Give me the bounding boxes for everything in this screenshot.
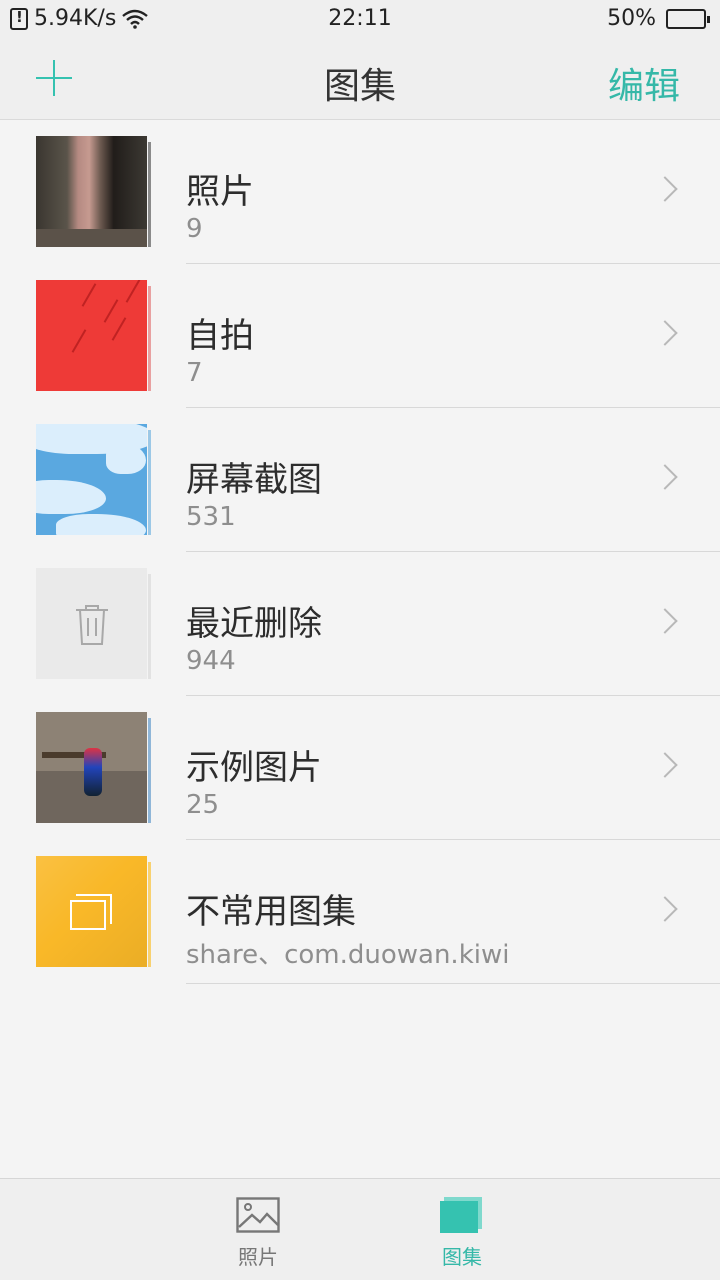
album-list: 照片 9 自拍 7 屏幕截图 531 最近删除 944 示例图片 25 不常用图… [0, 120, 720, 984]
tab-albums[interactable]: 图集 [402, 1197, 522, 1270]
chevron-right-icon [652, 752, 678, 778]
battery-percent: 50% [607, 6, 656, 31]
chevron-right-icon [652, 608, 678, 634]
edit-button[interactable]: 编辑 [608, 57, 680, 109]
album-row-rarely-used[interactable]: 不常用图集 share、com.duowan.kiwi [0, 840, 720, 984]
tab-photos[interactable]: 照片 [198, 1197, 318, 1270]
album-row-photos[interactable]: 照片 9 [0, 120, 720, 264]
stack-edge [148, 718, 151, 823]
album-row-selfie[interactable]: 自拍 7 [0, 264, 720, 408]
status-right: 50% [607, 6, 710, 31]
album-thumbnail [36, 136, 147, 247]
trash-icon [76, 605, 108, 645]
album-count: 531 [186, 502, 236, 532]
album-title: 自拍 [186, 316, 254, 356]
header: 图集 编辑 [0, 38, 720, 120]
album-count: 25 [186, 790, 220, 820]
stack-edge [148, 286, 151, 391]
album-row-recently-deleted[interactable]: 最近删除 944 [0, 552, 720, 696]
image-icon [236, 1197, 280, 1233]
album-title: 屏幕截图 [186, 460, 322, 500]
album-subtitle: share、com.duowan.kiwi [186, 940, 510, 970]
album-title: 照片 [186, 172, 254, 212]
album-row-screenshots[interactable]: 屏幕截图 531 [0, 408, 720, 552]
album-thumbnail [36, 856, 147, 967]
album-title: 示例图片 [186, 748, 322, 788]
album-row-sample-images[interactable]: 示例图片 25 [0, 696, 720, 840]
status-bar: 5.94K/s 22:11 50% [0, 0, 720, 38]
album-title: 不常用图集 [186, 892, 356, 932]
stack-edge [148, 430, 151, 535]
albums-icon [440, 1197, 482, 1233]
divider [186, 983, 720, 984]
album-count: 7 [186, 358, 203, 388]
tab-albums-label: 图集 [442, 1245, 482, 1269]
chevron-right-icon [652, 464, 678, 490]
bottom-nav: 照片 图集 [0, 1178, 720, 1280]
stack-edge [148, 862, 151, 967]
stack-edge [148, 142, 151, 247]
chevron-right-icon [652, 320, 678, 346]
album-thumbnail [36, 712, 147, 823]
album-thumbnail [36, 424, 147, 535]
tab-photos-label: 照片 [238, 1245, 278, 1269]
stack-edge [148, 574, 151, 679]
chevron-right-icon [652, 176, 678, 202]
album-thumbnail [36, 280, 147, 391]
album-thumbnail [36, 568, 147, 679]
chevron-right-icon [652, 896, 678, 922]
battery-icon [666, 8, 710, 29]
album-count: 9 [186, 214, 203, 244]
album-title: 最近删除 [186, 604, 322, 644]
album-count: 944 [186, 646, 236, 676]
